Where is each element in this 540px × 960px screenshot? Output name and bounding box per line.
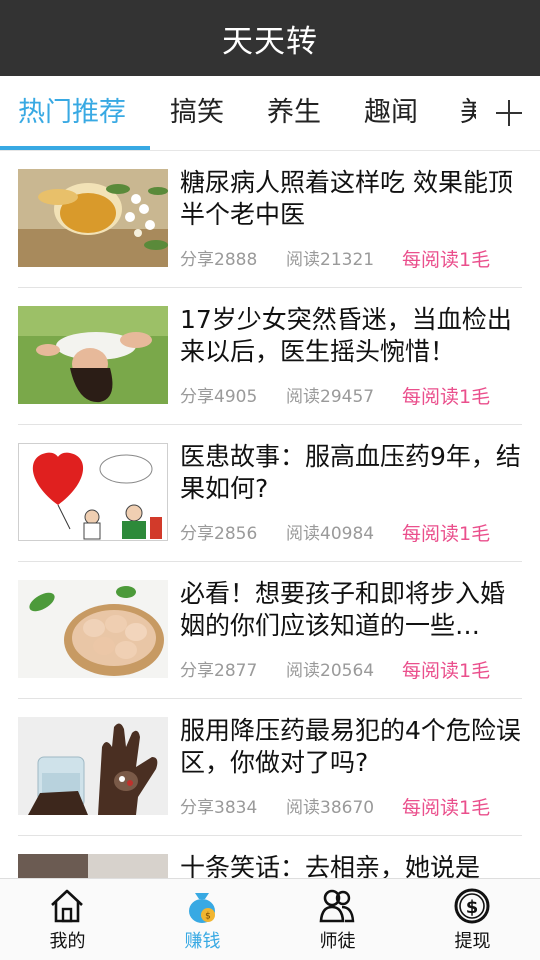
bottom-nav: 我的 $ 赚钱 师徒 $ 提现 [0, 878, 540, 960]
article-item[interactable]: 十条笑话：去相亲，她说是 [0, 836, 540, 878]
article-feed[interactable]: 糖尿病人照着这样吃 效果能顶半个老中医 分享2888 阅读21321 每阅读1毛… [0, 151, 540, 878]
read-count: 阅读29457 [286, 387, 375, 407]
read-count: 阅读40984 [286, 524, 375, 544]
nav-item-withdraw[interactable]: $ 提现 [405, 879, 540, 960]
article-thumbnail [18, 717, 168, 815]
app-title: 天天转 [222, 23, 318, 60]
dollar-coin-icon: $ [453, 887, 491, 925]
nav-label: 提现 [454, 931, 491, 952]
share-count: 分享2888 [180, 250, 258, 270]
users-icon [318, 887, 356, 925]
article-item[interactable]: 17岁少女突然昏迷，当血检出来以后，医生摇头惋惜！ 分享4905 阅读29457… [0, 288, 540, 425]
article-thumbnail [18, 443, 168, 541]
svg-text:$: $ [205, 912, 211, 922]
title-bar: 天天转 [0, 0, 540, 76]
share-count: 分享3834 [180, 798, 258, 818]
category-tabs: 热门推荐 搞笑 养生 趣闻 美 [0, 76, 540, 151]
active-tab-indicator [0, 146, 150, 150]
tab-funny[interactable]: 搞笑 [170, 76, 224, 150]
reward-label: 每阅读1毛 [402, 523, 491, 545]
article-meta: 分享3834 阅读38670 每阅读1毛 [180, 795, 525, 821]
nav-label: 我的 [49, 931, 86, 952]
reward-label: 每阅读1毛 [402, 797, 491, 819]
article-item[interactable]: 医患故事：服高血压药9年，结果如何? 分享2856 阅读40984 每阅读1毛 [0, 425, 540, 562]
reward-label: 每阅读1毛 [402, 386, 491, 408]
article-title[interactable]: 医患故事：服高血压药9年，结果如何? [180, 441, 525, 505]
nav-item-mentor[interactable]: 师徒 [270, 879, 405, 960]
article-meta: 分享2856 阅读40984 每阅读1毛 [180, 521, 525, 547]
svg-text:$: $ [466, 897, 479, 918]
article-item[interactable]: 必看！想要孩子和即将步入婚姻的你们应该知道的一些… 分享2877 阅读20564… [0, 562, 540, 699]
tab-beauty[interactable]: 美 [460, 76, 476, 150]
nav-label: 赚钱 [184, 931, 221, 952]
tab-interesting-news[interactable]: 趣闻 [364, 76, 418, 150]
tab-overflow-clip: 美 [458, 76, 476, 150]
nav-label: 师徒 [319, 931, 356, 952]
read-count: 阅读38670 [286, 798, 375, 818]
tab-health[interactable]: 养生 [267, 76, 321, 150]
article-title[interactable]: 必看！想要孩子和即将步入婚姻的你们应该知道的一些… [180, 578, 525, 642]
article-thumbnail [18, 169, 168, 267]
share-count: 分享4905 [180, 387, 258, 407]
share-count: 分享2856 [180, 524, 258, 544]
read-count: 阅读20564 [286, 661, 375, 681]
tab-hot-recommend[interactable]: 热门推荐 [18, 76, 126, 150]
article-thumbnail [18, 306, 168, 404]
article-title[interactable]: 糖尿病人照着这样吃 效果能顶半个老中医 [180, 167, 525, 231]
nav-item-mine[interactable]: 我的 [0, 879, 135, 960]
home-icon [48, 887, 86, 925]
plus-icon[interactable] [478, 76, 540, 150]
article-thumbnail [18, 854, 168, 878]
article-meta: 分享2877 阅读20564 每阅读1毛 [180, 658, 525, 684]
reward-label: 每阅读1毛 [402, 249, 491, 271]
article-title[interactable]: 十条笑话：去相亲，她说是 [180, 852, 525, 878]
article-thumbnail [18, 580, 168, 678]
article-item[interactable]: 服用降压药最易犯的4个危险误区，你做对了吗? 分享3834 阅读38670 每阅… [0, 699, 540, 836]
reward-label: 每阅读1毛 [402, 660, 491, 682]
nav-item-earn[interactable]: $ 赚钱 [135, 879, 270, 960]
article-meta: 分享2888 阅读21321 每阅读1毛 [180, 247, 525, 273]
read-count: 阅读21321 [286, 250, 375, 270]
article-meta: 分享4905 阅读29457 每阅读1毛 [180, 384, 525, 410]
article-title[interactable]: 17岁少女突然昏迷，当血检出来以后，医生摇头惋惜！ [180, 304, 525, 368]
money-bag-icon: $ [183, 887, 221, 925]
article-item[interactable]: 糖尿病人照着这样吃 效果能顶半个老中医 分享2888 阅读21321 每阅读1毛 [0, 151, 540, 288]
article-title[interactable]: 服用降压药最易犯的4个危险误区，你做对了吗? [180, 715, 525, 779]
share-count: 分享2877 [180, 661, 258, 681]
